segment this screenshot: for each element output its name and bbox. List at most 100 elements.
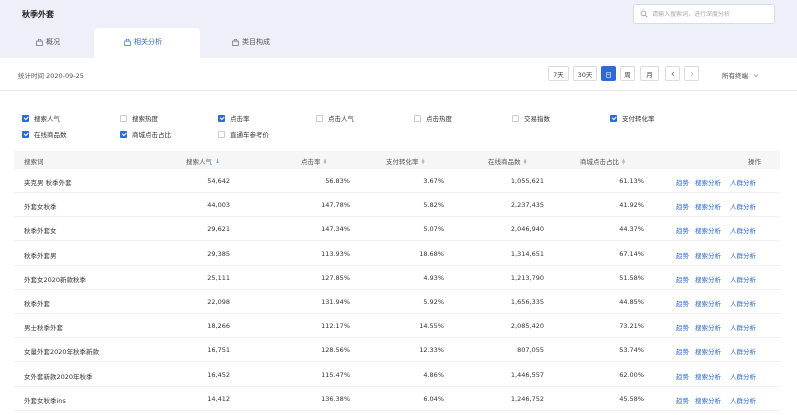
col-mall-ratio[interactable]: 商城点击占比 ▲ ▼ [580,156,626,167]
next-date-button[interactable] [684,66,699,81]
tab-category[interactable]: 类目构成 [232,34,270,50]
table-row: 秋季外套 22,098 131.94% 5.92% 1,656,335 44.85% 趋势搜… [14,290,780,314]
trend-link[interactable]: 趋势 [676,346,689,356]
metric-online-items[interactable]: 在线商品数 [22,129,67,139]
metric-ztc-price[interactable]: 直通车参考价 [218,129,269,139]
page-header: 秋季外套 概况 相关分析 类目构成 [0,0,797,58]
cell-conversion: 5.82% [423,201,444,210]
crowd-analysis-link[interactable]: 人群分析 [730,274,756,284]
col-popularity[interactable]: 搜索人气 ↓ [186,156,220,166]
trend-link[interactable]: 趋势 [676,225,689,235]
col-actions: 操作 [748,156,761,166]
table-header: 搜索词 搜索人气 ↓ 点击率 ▲ ▼ 支付转化率 ▲ ▼ 在线商品数 ▲ ▼ 商城点击占比 ▲ ▼… [14,151,780,169]
page-title: 秋季外套 [22,10,54,19]
cell-conversion: 3.67% [423,177,444,185]
checkbox-checked-icon [22,114,29,122]
trend-link[interactable]: 趋势 [676,395,689,405]
tab-related-analysis-label: 相关分析 [134,38,162,46]
date-week-button[interactable]: 周 [620,66,635,81]
search-box[interactable] [633,4,775,24]
cell-ctr: 115.47% [321,370,350,379]
crowd-analysis-link[interactable]: 人群分析 [730,322,756,332]
search-analysis-link[interactable]: 搜索分析 [695,298,721,308]
cell-search-term: 外套女秋季 [24,203,57,212]
cell-conversion: 5.07% [423,225,444,234]
bag-icon [232,38,239,46]
date-7d-button[interactable]: 7天 [548,66,569,81]
metric-ctr[interactable]: 点击率 [218,113,250,123]
trend-link[interactable]: 趋势 [676,371,689,381]
crowd-analysis-link[interactable]: 人群分析 [730,395,756,405]
checkbox-checked-icon [610,114,617,122]
crowd-analysis-link[interactable]: 人群分析 [730,201,756,211]
trend-link[interactable]: 趋势 [676,177,689,187]
table-row: 秋季外套男 29,385 113.93% 18.68% 1,314,651 67.14% 趋… [14,242,780,266]
col-label: 商城点击占比 [580,158,619,166]
terminal-dropdown[interactable]: 所有终端 [722,70,759,80]
metric-search-popularity[interactable]: 搜索人气 [22,113,60,123]
tab-overview-label: 概况 [46,38,60,46]
search-analysis-link[interactable]: 搜索分析 [695,177,721,187]
col-label: 支付转化率 [386,158,419,166]
table-row: 秋季外套女 29,621 147.34% 5.07% 2,046,940 44.37% 趋势… [14,217,780,242]
col-conversion[interactable]: 支付转化率 ▲ ▼ [386,156,425,167]
metric-conversion-rate[interactable]: 支付转化率 [610,113,655,123]
cell-ctr: 128.56% [321,346,350,355]
search-analysis-link[interactable]: 搜索分析 [695,395,721,405]
trend-link[interactable]: 趋势 [676,274,689,284]
cell-search-term: 夹克男 秋季外套 [24,179,72,187]
cell-popularity: 16,751 [207,346,230,355]
bag-icon [124,38,131,46]
trend-link[interactable]: 趋势 [676,322,689,332]
crowd-analysis-link[interactable]: 人群分析 [730,371,756,381]
metric-label: 在线商品数 [34,131,67,139]
date-30d-button[interactable]: 30天 [573,66,597,81]
metric-label: 点击率 [230,115,250,123]
cell-ctr: 56.83% [325,177,350,185]
cell-conversion: 18.68% [419,249,444,258]
checkbox-unchecked-icon [512,114,519,122]
col-online-items[interactable]: 在线商品数 ▲ ▼ [488,156,527,167]
date-day-button[interactable]: 日 [601,66,616,81]
search-analysis-link[interactable]: 搜索分析 [695,250,721,260]
prev-date-button[interactable] [665,66,680,81]
tab-related-analysis[interactable]: 相关分析 [124,34,162,50]
date-month-button[interactable]: 月 [640,66,659,81]
trend-link[interactable]: 趋势 [676,298,689,308]
crowd-analysis-link[interactable]: 人群分析 [730,177,756,187]
sort-icon: ▲ ▼ [323,157,327,165]
cell-ctr: 131.94% [321,298,350,306]
search-analysis-link[interactable]: 搜索分析 [695,274,721,284]
cell-popularity: 29,385 [207,249,230,258]
crowd-analysis-link[interactable]: 人群分析 [730,250,756,260]
checkbox-checked-icon [22,130,29,138]
metric-search-heat[interactable]: 搜索热度 [120,113,158,123]
crowd-analysis-link[interactable]: 人群分析 [730,298,756,308]
col-ctr[interactable]: 点击率 ▲ ▼ [301,156,327,167]
metric-click-popularity[interactable]: 点击人气 [316,113,354,123]
search-analysis-link[interactable]: 搜索分析 [695,225,721,235]
metric-trade-index[interactable]: 交易指数 [512,113,550,123]
cell-ctr: 127.85% [321,273,350,282]
trend-link[interactable]: 趋势 [676,250,689,260]
cell-mall-ratio: 44.37% [619,225,644,234]
cell-ctr: 147.78% [321,201,350,210]
cell-popularity: 14,412 [207,394,230,403]
tab-overview[interactable]: 概况 [36,34,60,50]
search-analysis-link[interactable]: 搜索分析 [695,371,721,381]
search-input[interactable] [652,10,770,18]
crowd-analysis-link[interactable]: 人群分析 [730,225,756,235]
metric-click-heat[interactable]: 点击热度 [414,113,452,123]
search-analysis-link[interactable]: 搜索分析 [695,346,721,356]
cell-search-term: 外套女2020新款秋季 [24,275,87,284]
sort-icon: ▲ ▼ [622,157,626,165]
search-analysis-link[interactable]: 搜索分析 [695,322,721,332]
cell-mall-ratio: 61.13% [619,177,644,185]
metric-mall-click-ratio[interactable]: 商城点击占比 [120,129,171,139]
trend-link[interactable]: 趋势 [676,201,689,211]
crowd-analysis-link[interactable]: 人群分析 [730,346,756,356]
cell-online-items: 2,046,940 [510,225,544,234]
bag-icon [36,38,43,46]
cell-ctr: 147.34% [321,225,350,234]
search-analysis-link[interactable]: 搜索分析 [695,201,721,211]
